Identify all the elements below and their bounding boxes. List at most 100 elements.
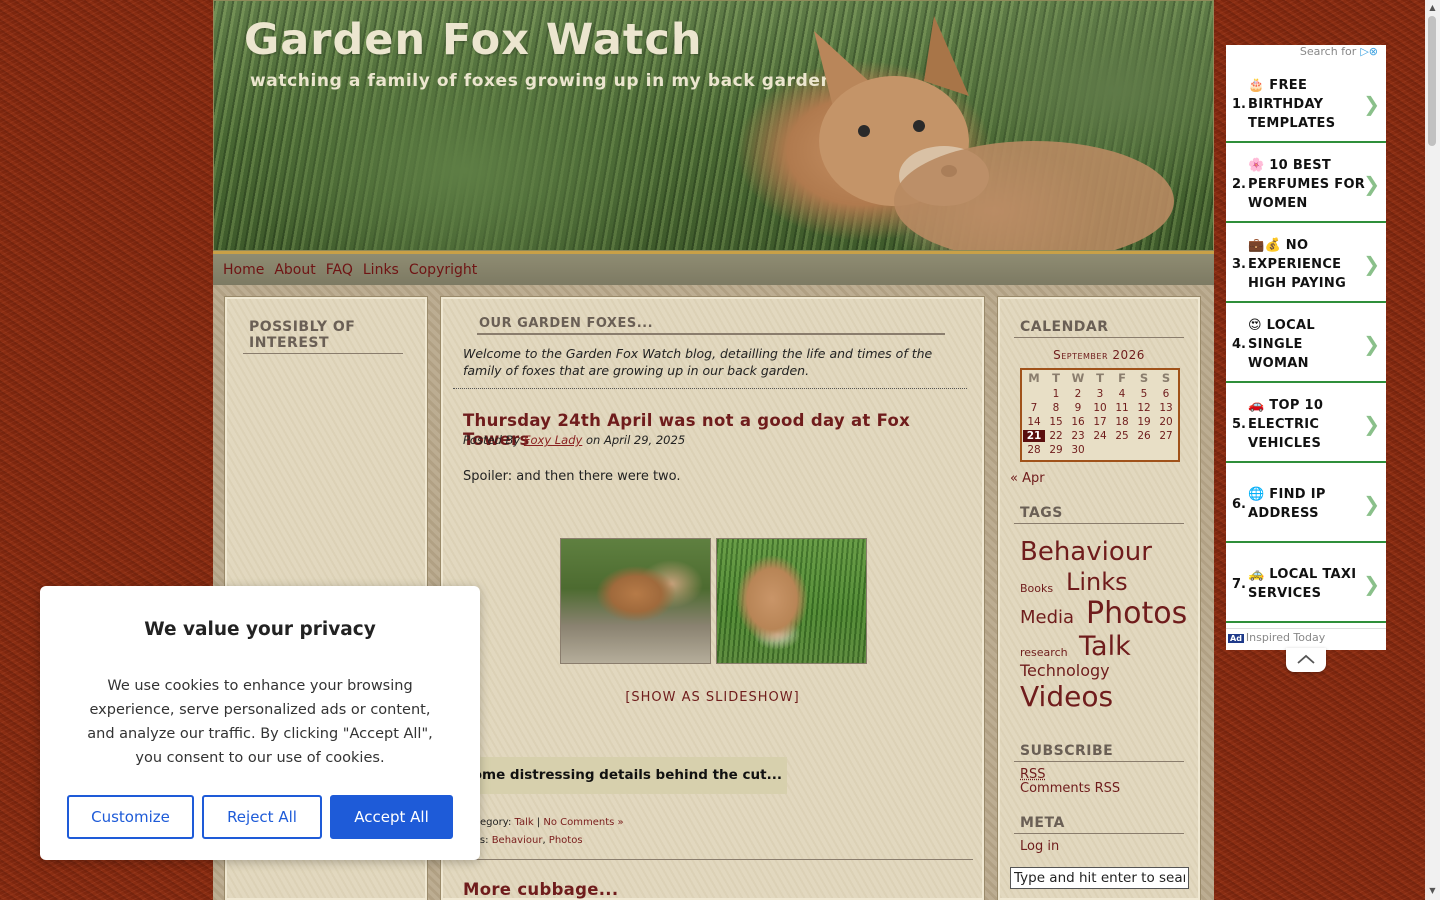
tag-link[interactable]: Behaviour: [492, 835, 543, 846]
ad-search-link[interactable]: 7. 🚕 LOCAL TAXI SERVICES ❯: [1226, 545, 1386, 623]
login-link[interactable]: Log in: [1020, 839, 1059, 854]
calendar-day[interactable]: 4: [1111, 388, 1133, 400]
post-tags-line: Tags: Behaviour, Photos: [463, 835, 583, 846]
ad-item-number: 2.: [1232, 176, 1246, 192]
ad-collapse-button[interactable]: [1286, 648, 1326, 672]
scrollbar-thumb[interactable]: [1428, 16, 1436, 146]
calendar-day[interactable]: 5: [1133, 388, 1155, 400]
sponsored-links-ad: Search for ▷⊗ 1. 🎂 FREE BIRTHDAY TEMPLATES…: [1226, 45, 1386, 650]
ad-item-label: 🚕 LOCAL TAXI SERVICES: [1248, 567, 1357, 601]
calendar-day[interactable]: 19: [1133, 416, 1155, 428]
calendar-day[interactable]: 14: [1023, 416, 1045, 428]
chevron-right-icon: ❯: [1363, 252, 1380, 276]
gallery-thumbnail[interactable]: [560, 538, 711, 664]
nav-links[interactable]: Links: [363, 262, 399, 278]
tag-link[interactable]: Photos: [549, 835, 583, 846]
calendar-day[interactable]: 18: [1111, 416, 1133, 428]
calendar-weekday-header: T: [1096, 371, 1104, 385]
tag-cloud-item[interactable]: Links: [1066, 570, 1128, 594]
post-meta-prefix: Posted By: [463, 433, 524, 447]
calendar-day[interactable]: 25: [1111, 430, 1133, 442]
read-more-cut[interactable]: Some distressing details behind the cut.…: [463, 767, 782, 783]
post-title[interactable]: More cubbage...: [463, 880, 618, 899]
tag-cloud-item[interactable]: Media: [1020, 609, 1074, 627]
calendar-day[interactable]: 24: [1089, 430, 1111, 442]
widget-title-calendar: CALENDAR: [1014, 319, 1184, 338]
calendar-day[interactable]: 26: [1133, 430, 1155, 442]
scroll-down-icon[interactable]: ▼: [1428, 886, 1437, 895]
calendar-day[interactable]: 27: [1155, 430, 1177, 442]
ad-item-label: 🌐 FIND IP ADDRESS: [1248, 487, 1326, 521]
calendar-day[interactable]: 23: [1067, 430, 1089, 442]
tag-cloud-item[interactable]: research: [1020, 647, 1068, 658]
cookie-consent-banner: We value your privacy We use cookies to …: [40, 586, 480, 860]
calendar-day[interactable]: 28: [1023, 444, 1045, 456]
calendar-day[interactable]: 7: [1023, 402, 1045, 414]
calendar-day[interactable]: 12: [1133, 402, 1155, 414]
calendar-day[interactable]: 29: [1045, 444, 1067, 456]
search-input[interactable]: [1010, 867, 1189, 889]
ad-footer-text[interactable]: Inspired Today: [1246, 631, 1325, 644]
reject-all-button[interactable]: Reject All: [202, 795, 322, 839]
tag-cloud-item[interactable]: Talk: [1079, 633, 1131, 660]
calendar-day[interactable]: 8: [1045, 402, 1067, 414]
calendar-day[interactable]: 21: [1023, 430, 1045, 442]
tag-cloud-item[interactable]: Behaviour: [1020, 539, 1152, 565]
calendar-day[interactable]: 2: [1067, 388, 1089, 400]
comments-rss-link[interactable]: Comments RSS: [1020, 781, 1120, 796]
calendar-day[interactable]: 6: [1155, 388, 1177, 400]
nav-home[interactable]: Home: [223, 262, 264, 278]
rss-link[interactable]: RSS: [1020, 767, 1046, 782]
tag-cloud-item[interactable]: Technology: [1020, 663, 1110, 679]
chevron-right-icon: ❯: [1363, 172, 1380, 196]
gallery-thumbnail[interactable]: [716, 538, 867, 664]
accept-all-button[interactable]: Accept All: [330, 795, 453, 839]
calendar-day[interactable]: 10: [1089, 402, 1111, 414]
calendar-table: M T W T F S S 1 2 3 4 5 6 7 8 9 10 11 12 13 14 15 16 17 18 19 20 21…: [1020, 368, 1180, 462]
calendar-weekday-header: W: [1071, 371, 1085, 385]
ad-choices-icon[interactable]: ▷⊗: [1360, 45, 1378, 58]
calendar-day[interactable]: 1: [1045, 388, 1067, 400]
tag-cloud-item[interactable]: Videos: [1020, 683, 1113, 711]
ad-badge: Ad: [1228, 634, 1244, 643]
calendar-day[interactable]: 9: [1067, 402, 1089, 414]
scrollbar[interactable]: ▲ ▼: [1425, 0, 1440, 900]
calendar-day[interactable]: 13: [1155, 402, 1177, 414]
chevron-right-icon: ❯: [1363, 332, 1380, 356]
ad-item-number: 7.: [1232, 576, 1246, 592]
calendar-prev-month-link[interactable]: « Apr: [1010, 471, 1045, 486]
widget-title-subscribe: SUBSCRIBE: [1014, 743, 1184, 762]
nav-copyright[interactable]: Copyright: [409, 262, 477, 278]
calendar-day[interactable]: 22: [1045, 430, 1067, 442]
calendar-week-row: 21 22 23 24 25 26 27: [1022, 430, 1178, 444]
calendar-day[interactable]: 17: [1089, 416, 1111, 428]
scroll-up-icon[interactable]: ▲: [1428, 3, 1437, 12]
ad-search-link[interactable]: 2. 🌸 10 BEST PERFUMES FOR WOMEN ❯: [1226, 145, 1386, 223]
customize-button[interactable]: Customize: [67, 795, 194, 839]
ad-search-link[interactable]: 1. 🎂 FREE BIRTHDAY TEMPLATES ❯: [1226, 65, 1386, 143]
calendar-day[interactable]: 30: [1067, 444, 1089, 456]
category-link[interactable]: Talk: [515, 817, 534, 828]
ad-item-label: 🌸 10 BEST PERFUMES FOR WOMEN: [1248, 157, 1366, 211]
intro-text: Welcome to the Garden Fox Watch blog, de…: [463, 346, 933, 378]
ad-search-link[interactable]: 3. 💼💰 NO EXPERIENCE HIGH PAYING ❯: [1226, 225, 1386, 303]
site-header: Garden Fox Watch watching a family of fo…: [213, 0, 1214, 251]
tag-cloud-item[interactable]: Books: [1020, 583, 1053, 594]
nav-about[interactable]: About: [274, 262, 315, 278]
calendar-day[interactable]: 20: [1155, 416, 1177, 428]
ad-item-number: 3.: [1232, 256, 1246, 272]
post-category-line: Category: Talk | No Comments »: [463, 817, 624, 828]
calendar-day[interactable]: 16: [1067, 416, 1089, 428]
ad-search-link[interactable]: 4. 😍 LOCAL SINGLE WOMAN ❯: [1226, 305, 1386, 383]
calendar-day[interactable]: 11: [1111, 402, 1133, 414]
author-link[interactable]: Foxy Lady: [524, 433, 582, 447]
calendar-day[interactable]: 3: [1089, 388, 1111, 400]
slideshow-link[interactable]: [SHOW AS SLIDESHOW]: [443, 690, 982, 705]
comments-link[interactable]: No Comments »: [543, 817, 623, 828]
nav-faq[interactable]: FAQ: [326, 262, 353, 278]
ad-search-link[interactable]: 5. 🚗 TOP 10 ELECTRIC VEHICLES ❯: [1226, 385, 1386, 463]
ad-search-link[interactable]: 6. 🌐 FIND IP ADDRESS ❯: [1226, 465, 1386, 543]
post-meta: Posted By Foxy Lady on April 29, 2025: [463, 433, 685, 447]
calendar-day[interactable]: 15: [1045, 416, 1067, 428]
tag-cloud-item[interactable]: Photos: [1086, 599, 1187, 629]
